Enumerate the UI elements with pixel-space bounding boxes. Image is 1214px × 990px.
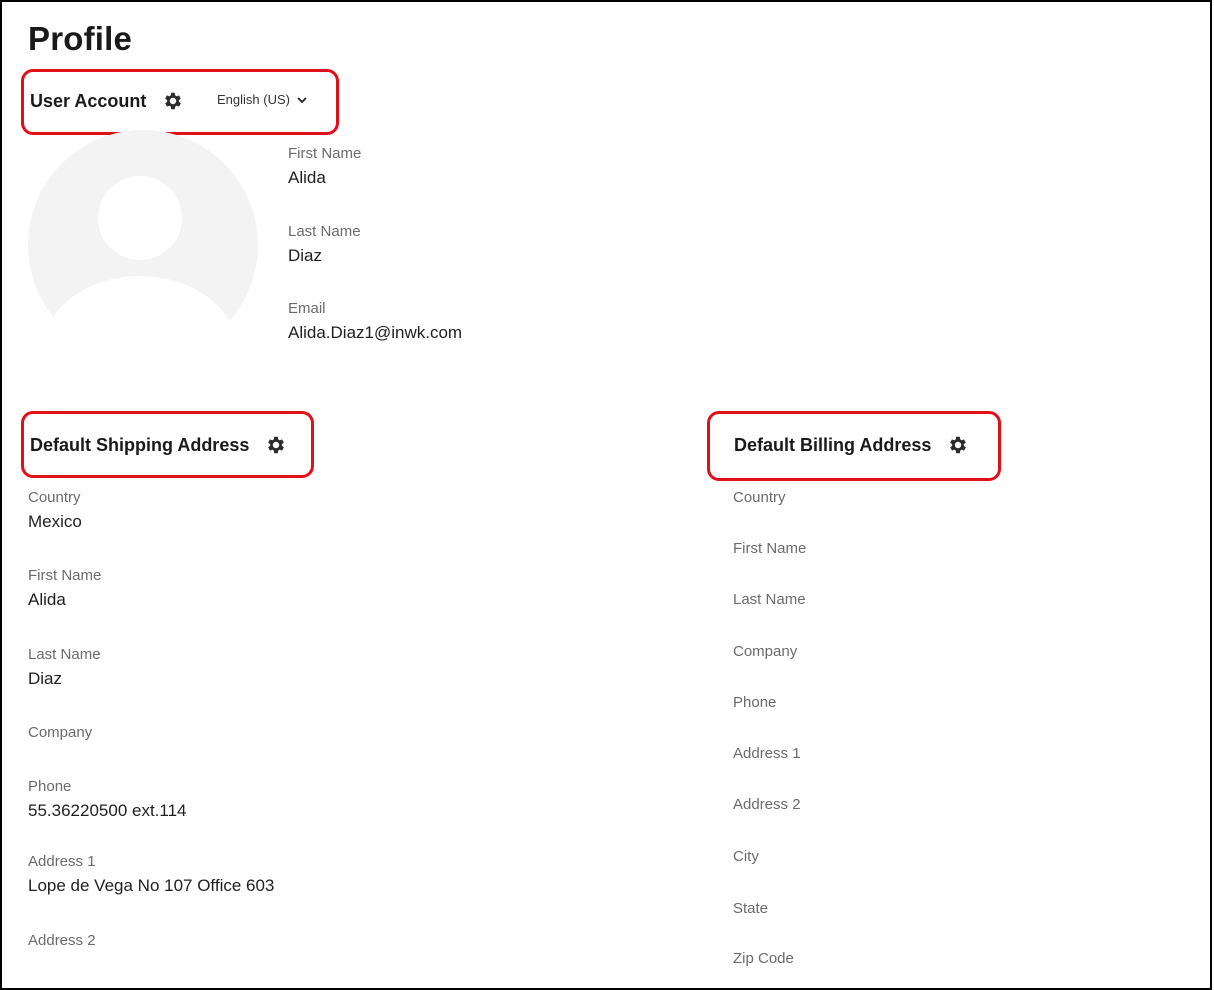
billing-first-name-label: First Name xyxy=(733,540,807,557)
field-label: Last Name xyxy=(288,223,361,240)
gear-icon[interactable] xyxy=(265,434,287,456)
billing-heading: Default Billing Address xyxy=(734,434,932,455)
shipping-company: Company xyxy=(28,724,92,741)
field-label: Address 1 xyxy=(28,853,96,870)
gear-icon[interactable] xyxy=(947,434,969,456)
shipping-first-name: First Name Alida xyxy=(28,567,101,610)
billing-address-1-label: Address 1 xyxy=(733,745,801,762)
field-value: Diaz xyxy=(288,246,323,265)
field-label: Email xyxy=(288,300,326,317)
shipping-country: Country Mexico xyxy=(28,489,82,532)
billing-zip-code-label: Zip Code xyxy=(733,950,794,967)
billing-phone-label: Phone xyxy=(733,694,777,711)
field-label: Last Name xyxy=(28,646,101,663)
field-label: Address 2 xyxy=(28,932,96,949)
billing-country-label: Country xyxy=(733,489,786,506)
language-label: English (US) xyxy=(217,92,290,107)
billing-company-label: Company xyxy=(733,643,798,660)
shipping-address-1: Address 1 Lope de Vega No 107 Office 603 xyxy=(28,853,274,896)
field-value: 55.36220500 ext.114 xyxy=(28,801,187,820)
user-email: Email Alida.Diaz1@inwk.com xyxy=(288,300,462,343)
billing-state-label: State xyxy=(733,900,769,917)
billing-address-2-label: Address 2 xyxy=(733,796,801,813)
field-value: Alida.Diaz1@inwk.com xyxy=(288,323,463,342)
field-value: Diaz xyxy=(28,669,63,688)
gear-icon[interactable] xyxy=(162,90,184,112)
chevron-down-icon xyxy=(296,94,308,106)
language-dropdown[interactable]: English (US) xyxy=(217,92,308,107)
field-label: Phone xyxy=(28,778,72,795)
shipping-heading: Default Shipping Address xyxy=(30,434,250,455)
shipping-phone: Phone 55.36220500 ext.114 xyxy=(28,778,187,821)
user-account-header: User Account xyxy=(30,90,184,112)
field-value: Mexico xyxy=(28,512,82,531)
page-title: Profile xyxy=(28,20,133,57)
avatar xyxy=(28,130,258,360)
shipping-last-name: Last Name Diaz xyxy=(28,646,101,689)
field-label: Country xyxy=(28,489,81,506)
shipping-header: Default Shipping Address xyxy=(30,434,287,456)
user-last-name: Last Name Diaz xyxy=(288,223,361,266)
user-account-heading: User Account xyxy=(30,90,147,111)
billing-last-name-label: Last Name xyxy=(733,591,806,608)
shipping-address-2: Address 2 xyxy=(28,932,96,949)
field-label: Company xyxy=(28,724,93,741)
user-first-name: First Name Alida xyxy=(288,145,361,188)
billing-city-label: City xyxy=(733,848,759,865)
field-label: First Name xyxy=(288,145,362,162)
field-value: Lope de Vega No 107 Office 603 xyxy=(28,876,275,895)
billing-header: Default Billing Address xyxy=(734,434,969,456)
field-label: First Name xyxy=(28,567,102,584)
field-value: Alida xyxy=(28,590,66,609)
field-value: Alida xyxy=(288,168,326,187)
